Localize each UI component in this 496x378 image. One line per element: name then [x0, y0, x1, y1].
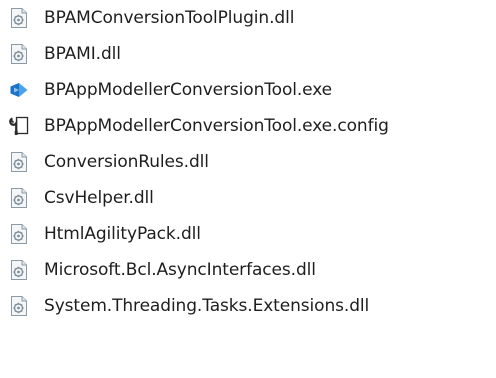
dll-file-icon: [8, 43, 30, 65]
file-name: CsvHelper.dll: [44, 188, 154, 208]
file-row[interactable]: BPAppModellerConversionTool.exe.config: [0, 108, 496, 144]
file-name: BPAMConversionToolPlugin.dll: [44, 8, 295, 28]
application-exe-icon: [8, 79, 30, 101]
file-name: Microsoft.Bcl.AsyncInterfaces.dll: [44, 260, 316, 280]
file-list: BPAMConversionToolPlugin.dll BPAMI.dll B…: [0, 0, 496, 378]
file-name: HtmlAgilityPack.dll: [44, 224, 201, 244]
config-file-icon: [8, 115, 30, 137]
file-row[interactable]: BPAMConversionToolPlugin.dll: [0, 0, 496, 36]
file-row[interactable]: HtmlAgilityPack.dll: [0, 216, 496, 252]
dll-file-icon: [8, 7, 30, 29]
dll-file-icon: [8, 223, 30, 245]
file-row[interactable]: System.Threading.Tasks.Extensions.dll: [0, 288, 496, 324]
file-row[interactable]: BPAppModellerConversionTool.exe: [0, 72, 496, 108]
dll-file-icon: [8, 151, 30, 173]
file-name: ConversionRules.dll: [44, 152, 209, 172]
file-row[interactable]: BPAMI.dll: [0, 36, 496, 72]
file-name: BPAMI.dll: [44, 44, 121, 64]
dll-file-icon: [8, 259, 30, 281]
file-name: System.Threading.Tasks.Extensions.dll: [44, 296, 370, 316]
dll-file-icon: [8, 295, 30, 317]
file-name: BPAppModellerConversionTool.exe.config: [44, 116, 389, 136]
file-row[interactable]: CsvHelper.dll: [0, 180, 496, 216]
file-name: BPAppModellerConversionTool.exe: [44, 80, 333, 100]
file-row[interactable]: ConversionRules.dll: [0, 144, 496, 180]
dll-file-icon: [8, 187, 30, 209]
file-row[interactable]: Microsoft.Bcl.AsyncInterfaces.dll: [0, 252, 496, 288]
